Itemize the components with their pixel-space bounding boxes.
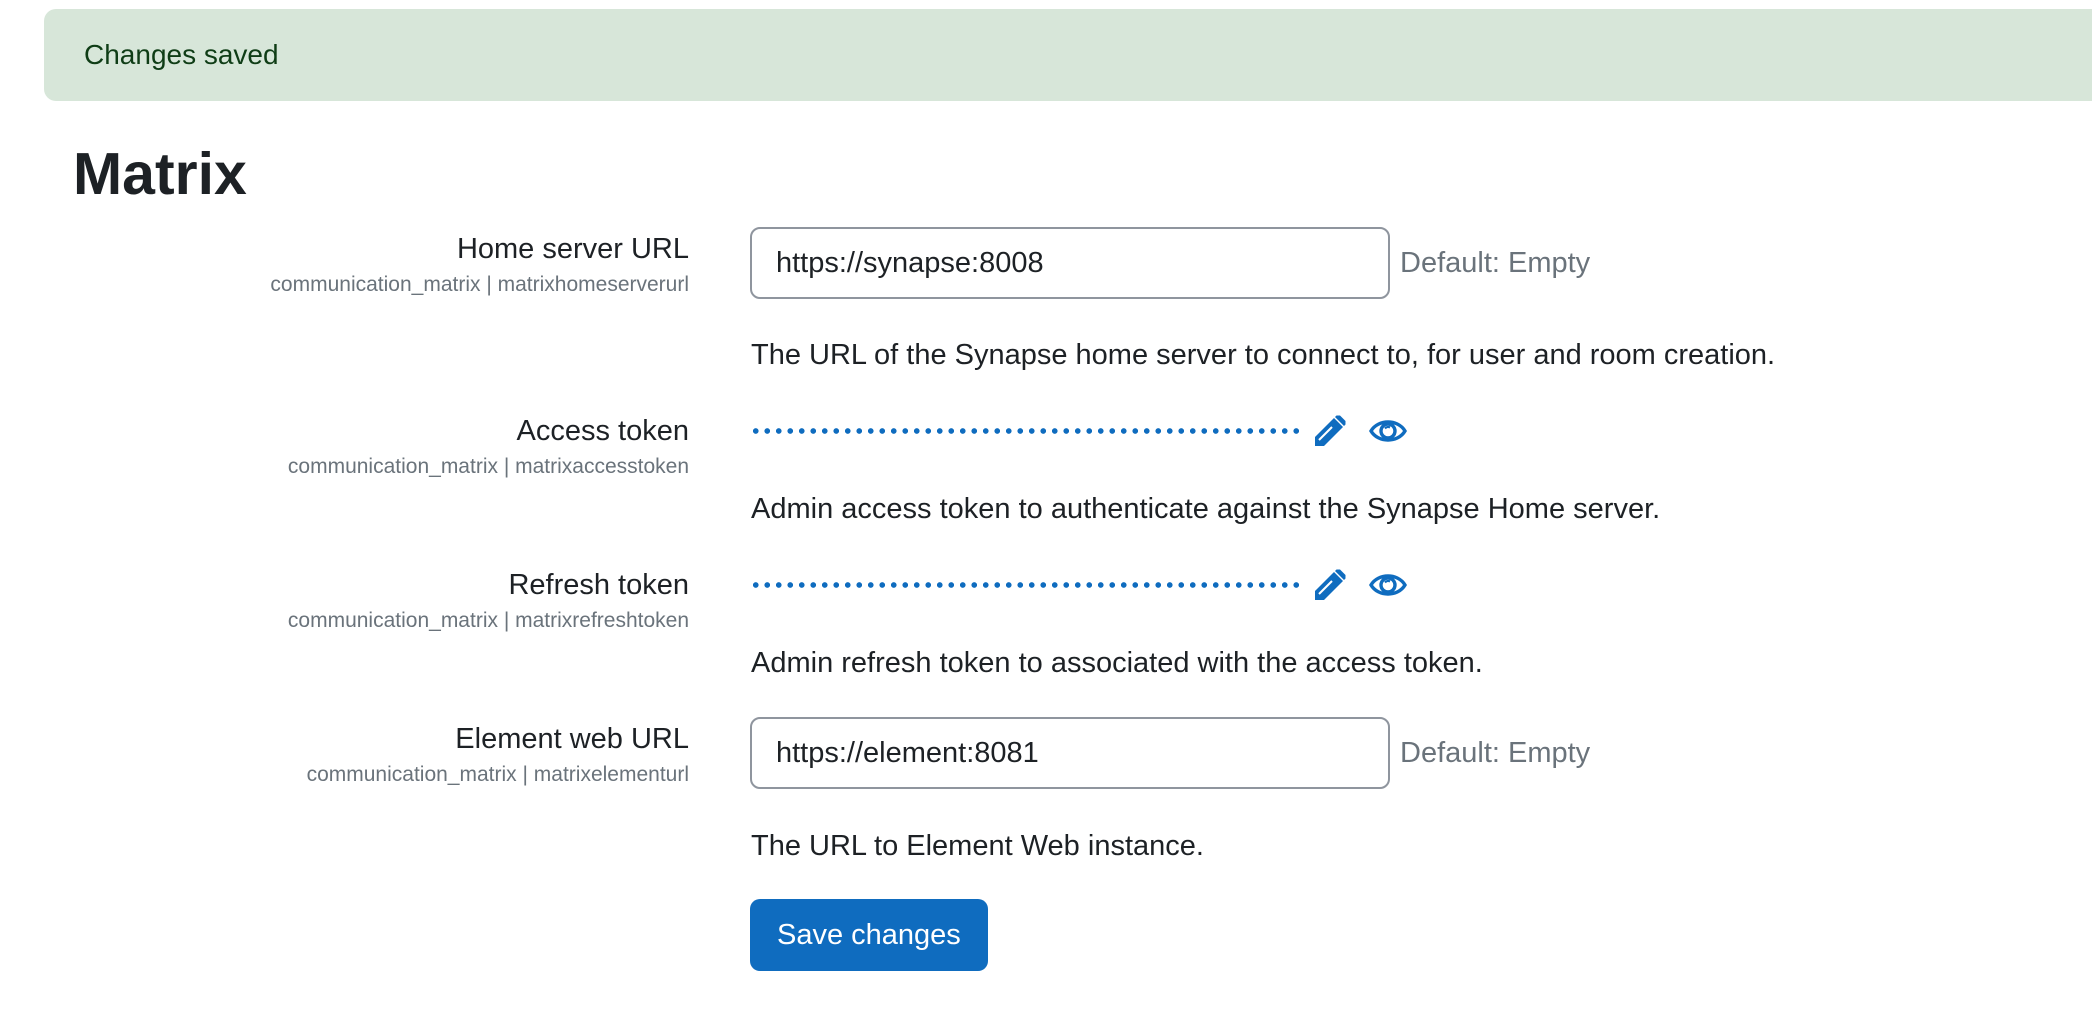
- page-title: Matrix: [73, 141, 247, 207]
- refresh-token-setting-key: communication_matrix | matrixrefreshtoke…: [287, 609, 689, 632]
- refresh-token-field: [750, 563, 1410, 607]
- save-changes-button[interactable]: Save changes: [750, 899, 988, 971]
- pencil-icon: [1315, 415, 1346, 446]
- homeserver-url-input[interactable]: [750, 227, 1390, 299]
- element-url-input[interactable]: [750, 717, 1390, 789]
- eye-icon: [1369, 420, 1407, 442]
- refresh-token-label-group: Refresh token communication_matrix | mat…: [288, 567, 689, 635]
- homeserver-default-note: Default: Empty: [1400, 247, 1591, 279]
- homeserver-label-group: Home server URL communication_matrix | m…: [270, 231, 689, 299]
- access-token-label-group: Access token communication_matrix | matr…: [288, 413, 689, 481]
- access-token-setting-key: communication_matrix | matrixaccesstoken: [287, 455, 689, 478]
- refresh-token-reveal-eye-icon[interactable]: [1366, 563, 1410, 607]
- pencil-icon: [1315, 569, 1346, 600]
- refresh-token-edit-pencil-icon[interactable]: [1308, 563, 1352, 607]
- access-token-field: [750, 409, 1410, 453]
- refresh-token-masked-value: [750, 581, 1300, 589]
- eye-icon: [1369, 574, 1407, 596]
- admin-settings-page: Changes saved Matrix Home server URL com…: [0, 0, 2092, 1036]
- homeserver-label: Home server URL: [456, 233, 689, 265]
- access-token-masked-value: [750, 427, 1300, 435]
- element-url-label-group: Element web URL communication_matrix | m…: [307, 721, 689, 789]
- access-token-description: Admin access token to authenticate again…: [751, 493, 1661, 525]
- success-alert: Changes saved: [44, 9, 2092, 101]
- element-url-label: Element web URL: [455, 723, 689, 755]
- homeserver-description: The URL of the Synapse home server to co…: [751, 339, 1776, 371]
- element-url-default-note: Default: Empty: [1400, 737, 1591, 769]
- element-url-description: The URL to Element Web instance.: [751, 830, 1204, 862]
- refresh-token-label: Refresh token: [508, 569, 689, 601]
- homeserver-setting-key: communication_matrix | matrixhomeserveru…: [270, 273, 689, 296]
- alert-message: Changes saved: [84, 39, 279, 70]
- access-token-edit-pencil-icon[interactable]: [1308, 409, 1352, 453]
- access-token-label: Access token: [516, 415, 689, 447]
- access-token-reveal-eye-icon[interactable]: [1366, 409, 1410, 453]
- element-url-setting-key: communication_matrix | matrixelementurl: [306, 763, 689, 786]
- refresh-token-description: Admin refresh token to associated with t…: [751, 647, 1483, 679]
